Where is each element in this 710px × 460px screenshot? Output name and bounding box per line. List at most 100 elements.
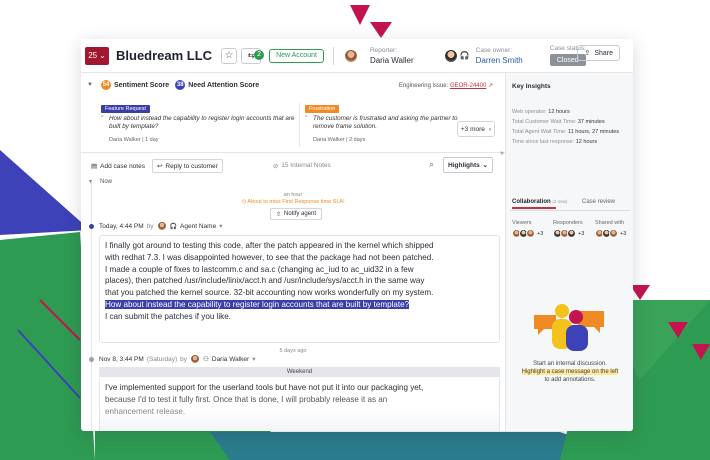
message-line: enhancement release. <box>105 406 186 416</box>
share-button[interactable]: ⇪ Share <box>577 45 620 61</box>
user-icon: ⚇ <box>203 356 209 363</box>
attention-score-label: Need Attention Score <box>188 81 260 89</box>
highlight-text[interactable]: How about instead the capability to regi… <box>109 115 299 131</box>
tab-case-review[interactable]: Case review <box>582 199 615 205</box>
more-count: +3 <box>537 230 544 237</box>
now-label: Now <box>100 179 113 185</box>
sla-warning: ◷ About to miss First Response time SLA! <box>81 199 505 205</box>
reply-button[interactable]: ↩ Reply to customer <box>151 159 223 173</box>
timeline-toolbar: ▤ Add case notes ↩ Reply to customer ⊘ 1… <box>81 157 499 175</box>
message-by: by <box>180 355 188 363</box>
chevron-right-icon: › <box>488 125 492 133</box>
deco-pink-3 <box>630 285 650 300</box>
viewers-avatars[interactable]: +3 <box>512 229 543 238</box>
timeline-line <box>91 181 92 431</box>
message-line: I can submit the patches if you like. <box>105 311 495 323</box>
sentiment-score-value: 54 <box>100 80 111 90</box>
highlight-text[interactable]: The customer is frustrated and asking th… <box>313 115 471 131</box>
avatar <box>526 229 535 238</box>
collapse-icon[interactable]: ▼ <box>87 82 93 88</box>
sentiment-score-label: Sentiment Score <box>113 81 170 89</box>
notify-agent-button[interactable]: ⇧ Notify agent <box>270 208 323 220</box>
engineering-issue: Engineering issue: GEOR-24400 ↗ <box>399 82 493 89</box>
avatar <box>567 229 576 238</box>
empty-line-2: Highlight a case message on the left <box>521 369 619 375</box>
message-line: I finally got around to testing this cod… <box>105 241 434 250</box>
message-line-last: I can submit the patches if you like. <box>105 311 231 321</box>
responders-avatars[interactable]: +3 <box>553 229 584 238</box>
add-case-notes-button[interactable]: ▤ Add case notes <box>87 159 149 173</box>
more-label: +3 more <box>460 125 485 133</box>
note-icon: ▤ <box>91 163 98 170</box>
tag-feature-request: Feature Request <box>101 105 150 113</box>
selected-text[interactable]: How about instead the capability to regi… <box>105 299 410 309</box>
more-count: +3 <box>620 230 627 237</box>
empty-line-3: to add annotations. <box>544 377 596 383</box>
search-icon[interactable]: ⌕ <box>429 159 434 170</box>
highlight-cards: Feature Request “ How about instead the … <box>81 97 505 153</box>
reply-label: Reply to customer <box>165 162 218 170</box>
speech-bubble-right-tail <box>594 327 600 333</box>
person-head-1 <box>555 304 569 318</box>
reporter-label: Reporter: <box>369 46 398 54</box>
case-window: 25 ⌄ Bluedream LLC ☆ ⇆ 2 New Account Rep… <box>81 39 633 431</box>
author-name[interactable]: Daria Walker <box>212 356 249 363</box>
insight-key: Web operator: <box>512 109 547 115</box>
eye-off-icon: ⊘ <box>272 163 279 170</box>
clock-icon: ◷ <box>241 199 247 205</box>
more-highlights-button[interactable]: +3 more › <box>457 121 495 137</box>
agent-name[interactable]: Agent Name <box>180 223 216 230</box>
page: 25 ⌄ Bluedream LLC ☆ ⇆ 2 New Account Rep… <box>0 0 710 460</box>
discussion-illustration <box>534 304 604 351</box>
quote-icon: “ <box>101 114 104 123</box>
tab-collaboration[interactable]: Collaboration (3 new) <box>512 199 567 209</box>
attention-score-value: 38 <box>175 80 186 90</box>
add-notes-label: Add case notes <box>100 162 145 170</box>
deco-blue-triangle <box>0 150 90 235</box>
message-day: (Saturday) <box>146 355 178 363</box>
headset-icon: 🎧 <box>169 223 178 230</box>
message-line: that you patched the kernel source. 32-b… <box>105 288 434 298</box>
internal-notes-label: 15 Internal Notes <box>281 162 331 169</box>
weekend-banner: Weekend <box>99 367 500 377</box>
share-label: Share <box>594 49 613 57</box>
elapsed-label: an hour <box>283 192 303 198</box>
insights-panel: Key Insights Web operator: 12 hours Tota… <box>505 73 633 431</box>
message-line: I've implemented support for the userlan… <box>105 383 424 392</box>
account-link-button[interactable]: ⇆ 2 <box>241 47 265 64</box>
owner-label: Case owner: <box>475 46 513 54</box>
notify-label: Notify agent <box>284 211 317 217</box>
message-by: by <box>146 222 154 230</box>
message-line: I made a couple of fixes to lastcomm.c a… <box>105 264 414 274</box>
highlights-label: Highlights <box>448 161 480 169</box>
message-time: Today, 4:44 PM <box>99 222 144 230</box>
panel-title: Key Insights <box>512 83 551 90</box>
message-line: with redhat 7.3. I was disappointed howe… <box>105 252 434 262</box>
sla-warning-text: About to miss First Response time SLA! <box>247 199 345 205</box>
count-badge: 2 <box>254 49 265 60</box>
insight-row: Total Customer Wait Time: 37 minutes <box>512 119 605 125</box>
internal-notes-toggle[interactable]: ⊘ 15 Internal Notes <box>273 162 331 170</box>
engineering-issue-link[interactable]: GEOR-24400 <box>450 83 486 89</box>
viewers-label: Viewers <box>512 220 532 226</box>
reporter-name: Daria Waller <box>369 55 414 65</box>
message-header: Nov 8, 3:44 PM (Saturday) by ⚇ Daria Wal… <box>99 354 255 364</box>
insight-row: Web operator: 12 hours <box>512 109 570 115</box>
panel-tabs: Collaboration (3 new) Case review <box>510 197 630 211</box>
share-icon: ⇪ <box>584 50 591 57</box>
owner-name[interactable]: Darren Smith <box>476 56 523 65</box>
highlight-meta: Daria Walker | 2 days <box>313 137 366 143</box>
timeline-dot <box>89 224 94 229</box>
expand-panel-icon[interactable]: » <box>500 150 504 157</box>
timeline-dot <box>89 357 94 362</box>
avatar <box>609 229 618 238</box>
timeline: ▼ Now an hour ◷ About to miss First Resp… <box>81 177 505 431</box>
insight-key: Time since last response: <box>512 139 575 145</box>
reporter: Reporter: Daria Waller <box>343 46 414 65</box>
score-bar: ▼ 54 Sentiment Score 38 Need Attention S… <box>81 73 505 97</box>
shared-avatars[interactable]: +3 <box>595 229 626 238</box>
star-icon[interactable]: ☆ <box>221 47 238 64</box>
avatar <box>343 48 358 63</box>
highlights-dropdown[interactable]: Highlights ⌄ <box>443 157 493 173</box>
priority-dropdown[interactable]: 25 ⌄ <box>85 46 109 65</box>
